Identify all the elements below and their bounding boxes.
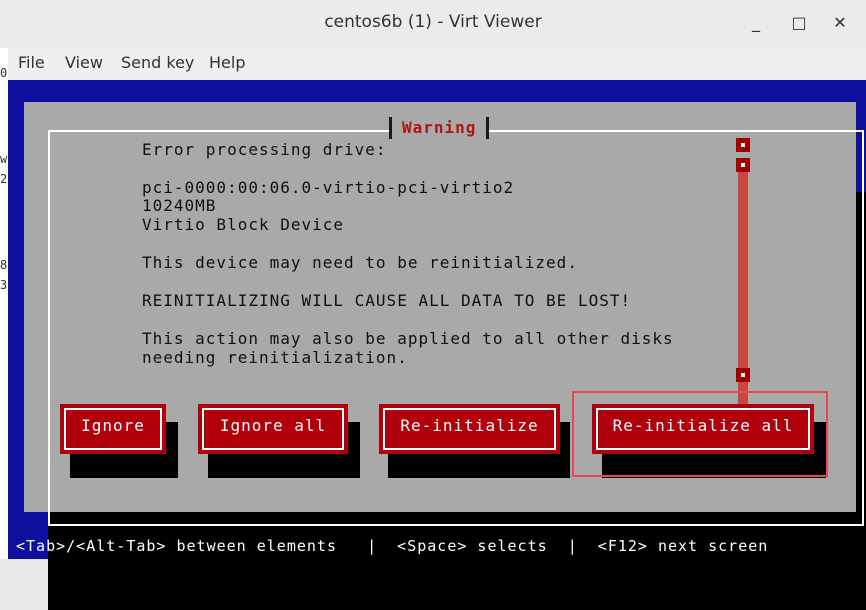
- window-titlebar: centos6b (1) - Virt Viewer _ □ ✕: [0, 0, 866, 49]
- window-title: centos6b (1) - Virt Viewer: [324, 12, 542, 32]
- reinitialize-button[interactable]: Re-initialize: [379, 404, 560, 454]
- strip-char: w: [0, 152, 8, 166]
- ignore-all-button[interactable]: Ignore all: [198, 404, 348, 454]
- scrollbar-up-arrow[interactable]: [736, 138, 750, 152]
- dialog-line-device-path: pci-0000:00:06.0-virtio-pci-virtio2: [142, 178, 515, 197]
- dialog-line-data-loss-warning: REINITIALIZING WILL CAUSE ALL DATA TO BE…: [142, 291, 632, 310]
- scrollbar-thumb[interactable]: [736, 158, 750, 172]
- dialog-line-size: 10240MB: [142, 196, 217, 215]
- menu-view[interactable]: View: [65, 53, 103, 72]
- menu-file[interactable]: File: [18, 53, 45, 72]
- strip-char: 8: [0, 258, 8, 272]
- menu-send-key[interactable]: Send key: [121, 53, 194, 72]
- reinitialize-button-label: Re-initialize: [383, 408, 556, 450]
- strip-char: 0: [0, 66, 8, 80]
- dialog-line-apply-all: This action may also be applied to all o…: [142, 329, 674, 348]
- dialog-title: Warning: [389, 117, 490, 139]
- strip-char: 3: [0, 278, 8, 292]
- ignore-all-button-label: Ignore all: [202, 408, 344, 450]
- menu-help[interactable]: Help: [209, 53, 245, 72]
- dialog-line-error: Error processing drive:: [142, 140, 387, 159]
- vm-display[interactable]: Warning Error processing drive: pci-0000…: [8, 80, 866, 610]
- ignore-button-label: Ignore: [64, 408, 162, 450]
- close-button[interactable]: ✕: [827, 10, 853, 36]
- dialog-line-device-name: Virtio Block Device: [142, 215, 345, 234]
- ignore-button[interactable]: Ignore: [60, 404, 166, 454]
- minimize-button[interactable]: _: [743, 10, 769, 36]
- status-bar: <Tab>/<Alt-Tab> between elements | <Spac…: [16, 537, 769, 555]
- menu-bar: File View Send key Help: [8, 48, 866, 80]
- maximize-button[interactable]: □: [786, 10, 812, 36]
- scrollbar-down-arrow[interactable]: [736, 368, 750, 382]
- dialog-line-apply-all-cont: needing reinitialization.: [142, 348, 408, 367]
- selection-highlight: [572, 391, 828, 477]
- dialog-line-reinit-notice: This device may need to be reinitialized…: [142, 253, 578, 272]
- strip-char: 2: [0, 172, 8, 186]
- background-window-strip: 0 w 2 8 3: [0, 48, 8, 559]
